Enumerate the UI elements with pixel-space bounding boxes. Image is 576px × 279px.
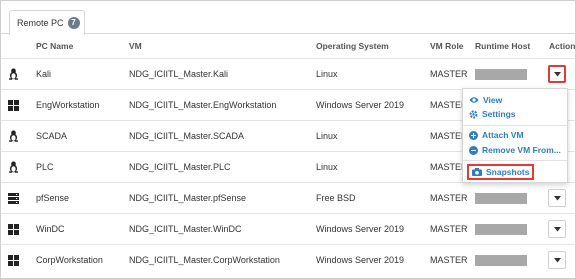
tab-remote-pc[interactable]: Remote PC 7 xyxy=(9,10,85,35)
menu-item-settings[interactable]: Settings xyxy=(469,108,516,120)
caret-down-icon xyxy=(553,195,561,200)
pc-name[interactable]: SCADA xyxy=(36,121,67,151)
tab-remote-pc-label: Remote PC xyxy=(17,17,64,28)
vm-role: MASTER xyxy=(430,69,468,79)
menu-item-label: Snapshots xyxy=(486,167,530,177)
linux-icon xyxy=(8,121,19,151)
action-dropdown-button[interactable] xyxy=(548,251,566,269)
windows-icon xyxy=(8,214,19,244)
caret-down-icon xyxy=(553,226,561,231)
camera-icon xyxy=(472,168,482,176)
pc-name[interactable]: EngWorkstation xyxy=(36,90,99,120)
vm-name: NDG_ICIITL_Master.CorpWorkstation xyxy=(129,255,280,265)
vm-name: NDG_ICIITL_Master.EngWorkstation xyxy=(129,100,277,110)
menu-item-remove-vm[interactable]: Remove VM From... xyxy=(469,144,561,156)
menu-item-label: Remove VM From... xyxy=(482,145,561,155)
runtime-host-redacted xyxy=(475,214,527,244)
vm-name: NDG_ICIITL_Master.Kali xyxy=(129,69,229,79)
table-row: pfSense NDG_ICIITL_Master.pfSense Free B… xyxy=(1,182,575,213)
operating-system: Linux xyxy=(316,131,338,141)
caret-down-icon xyxy=(553,257,561,262)
table-row: CorpWorkstation NDG_ICIITL_Master.CorpWo… xyxy=(1,244,575,275)
linux-icon xyxy=(8,59,19,89)
menu-item-snapshots[interactable]: Snapshots xyxy=(467,164,535,180)
pc-name[interactable]: WinDC xyxy=(36,214,65,244)
column-header-pc-name[interactable]: PC Name xyxy=(36,34,73,58)
tab-count-badge: 7 xyxy=(67,16,80,29)
operating-system: Windows Server 2019 xyxy=(316,224,405,234)
windows-icon xyxy=(8,90,19,120)
column-header-os[interactable]: Operating System xyxy=(316,34,389,58)
menu-item-label: Attach VM xyxy=(482,130,524,140)
menu-divider xyxy=(463,160,567,161)
plus-circle-icon xyxy=(469,130,478,140)
tab-bar: Remote PC 7 xyxy=(1,1,575,35)
pc-name[interactable]: Kali xyxy=(36,59,51,89)
runtime-host-redacted xyxy=(475,245,527,275)
operating-system: Windows Server 2019 xyxy=(316,255,405,265)
table-row: WinDC NDG_ICIITL_Master.WinDC Windows Se… xyxy=(1,213,575,244)
pc-name[interactable]: pfSense xyxy=(36,183,69,213)
pc-name[interactable]: PLC xyxy=(36,152,54,182)
vm-name: NDG_ICIITL_Master.WinDC xyxy=(129,224,242,234)
column-header-vm[interactable]: VM xyxy=(129,34,142,58)
vm-name: NDG_ICIITL_Master.PLC xyxy=(129,162,231,172)
caret-down-icon xyxy=(553,71,561,76)
runtime-host-redacted xyxy=(475,59,527,89)
column-header-action: Action xyxy=(549,41,576,51)
menu-item-view[interactable]: View xyxy=(469,94,502,106)
menu-item-label: View xyxy=(483,95,503,105)
menu-item-attach-vm[interactable]: Attach VM xyxy=(469,129,524,141)
operating-system: Windows Server 2019 xyxy=(316,100,405,110)
runtime-host-redacted xyxy=(475,183,527,213)
action-dropdown-button[interactable] xyxy=(548,220,566,238)
action-dropdown-menu: View Settings Attach VM Remove VM From..… xyxy=(462,88,568,183)
vm-role: MASTER xyxy=(430,255,468,265)
menu-item-label: Settings xyxy=(482,109,516,119)
table-header: PC Name VM Operating System VM Role Runt… xyxy=(1,34,575,58)
column-header-runtime-host[interactable]: Runtime Host xyxy=(475,34,530,58)
action-dropdown-button[interactable] xyxy=(548,189,566,207)
column-header-vm-role[interactable]: VM Role xyxy=(430,34,464,58)
vm-name: NDG_ICIITL_Master.SCADA xyxy=(129,131,245,141)
operating-system: Linux xyxy=(316,69,338,79)
vm-role: MASTER xyxy=(430,193,468,203)
menu-divider xyxy=(463,125,567,126)
vm-name: NDG_ICIITL_Master.pfSense xyxy=(129,193,247,203)
gear-icon xyxy=(469,110,478,118)
operating-system: Free BSD xyxy=(316,193,356,203)
action-dropdown-button[interactable] xyxy=(548,65,566,83)
windows-icon xyxy=(8,245,19,275)
eye-icon xyxy=(469,97,479,103)
vm-role: MASTER xyxy=(430,224,468,234)
operating-system: Linux xyxy=(316,162,338,172)
server-icon xyxy=(8,183,19,213)
minus-circle-icon xyxy=(469,145,478,155)
table-row: Kali NDG_ICIITL_Master.Kali Linux MASTER xyxy=(1,58,575,89)
linux-icon xyxy=(8,152,19,182)
pc-name[interactable]: CorpWorkstation xyxy=(36,245,103,275)
